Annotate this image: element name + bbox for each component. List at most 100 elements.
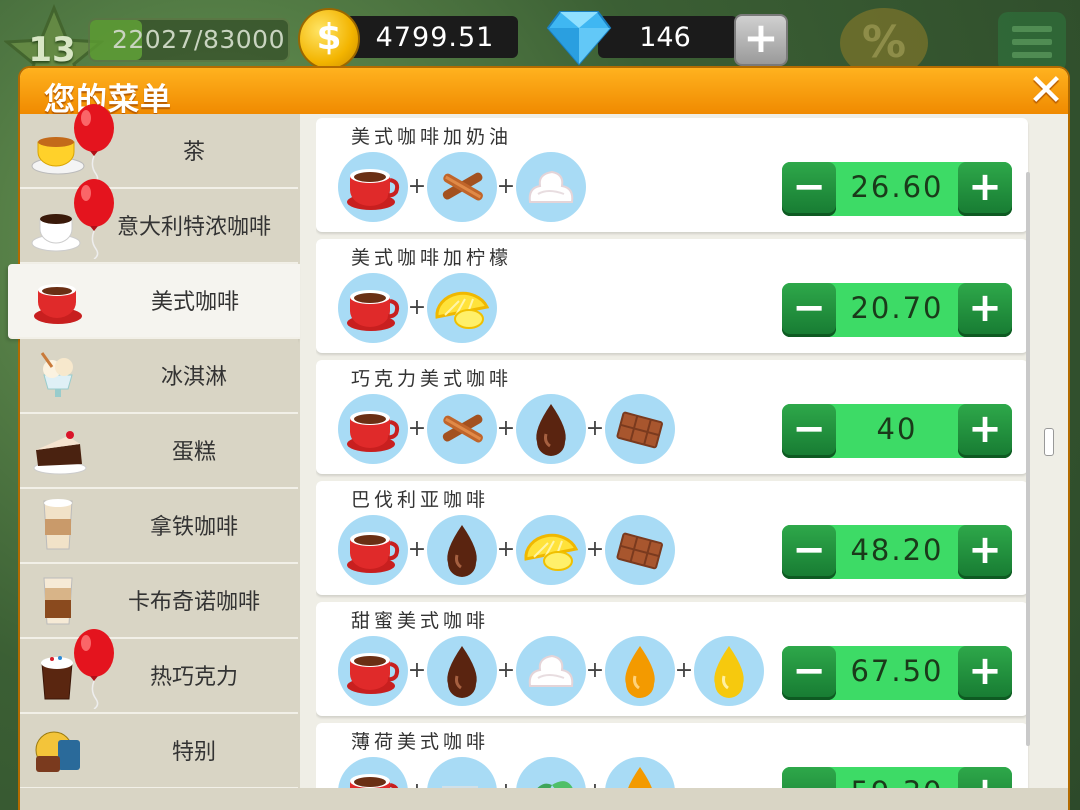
coin-icon: $ [298,8,360,70]
coffee-icon [338,273,408,343]
recipe-card: 薄荷美式咖啡 + + + −59.30 + [316,723,1028,794]
decrease-price-button[interactable]: − [782,404,836,458]
recipe-name: 美式咖啡加奶油 [351,126,513,148]
special-icon [28,720,88,780]
honey-icon [694,636,764,706]
lemon-icon [427,273,497,343]
coffee-icon [338,636,408,706]
chocolate-syrup-icon [516,394,586,464]
plus-separator: + [407,174,427,199]
recipe-card: 美式咖啡加柠檬 + −20.70 + [316,239,1028,353]
recipe-card: 美式咖啡加奶油 + + −26.60 + [316,118,1028,232]
price-value: 67.50 [850,654,944,688]
cappuccino-glass-icon [28,570,88,630]
price-control: −26.60 + [782,162,1012,216]
category-label: 美式咖啡 [150,290,239,315]
coffee-icon [338,152,408,222]
menu-line-icon [1012,39,1052,45]
scrollbar-track[interactable] [1026,172,1030,746]
price-control: −48.20 + [782,525,1012,579]
price-control: −20.70 + [782,283,1012,337]
gem-amount: 146 [639,22,691,53]
price-value: 20.70 [850,291,944,325]
recipe-name: 薄荷美式咖啡 [351,731,490,753]
price-value: 26.60 [850,170,944,204]
cream-icon [516,152,586,222]
chocolate-bar-icon [605,515,675,585]
close-button[interactable]: ✕ [1024,69,1068,114]
category-label: 卡布奇诺咖啡 [127,590,260,615]
chocolate-syrup-icon [427,636,497,706]
plus-separator: + [496,537,516,562]
category-item[interactable]: 美式咖啡 [8,264,300,339]
increase-price-button[interactable]: + [958,162,1012,216]
recipe-card: 甜蜜美式咖啡 + + + + −67.50 + [316,602,1028,716]
decrease-price-button[interactable]: − [782,283,836,337]
plus-separator: + [585,537,605,562]
category-item[interactable]: 意大利特浓咖啡 [20,189,298,264]
decrease-price-button[interactable]: − [782,646,836,700]
diamond-icon [546,11,612,66]
coffee-icon [338,515,408,585]
decrease-price-button[interactable]: − [782,162,836,216]
cinnamon-icon [427,152,497,222]
category-label: 冰淇淋 [160,365,227,390]
plus-separator: + [407,416,427,441]
top-hud: 13 22027/83000 $ 4799.51 146 + % [0,0,1080,102]
coin-amount: 4799.51 [375,22,495,53]
plus-separator: + [585,416,605,441]
increase-price-button[interactable]: + [958,525,1012,579]
plus-separator: + [407,658,427,683]
plus-separator: + [496,416,516,441]
recipe-name: 甜蜜美式咖啡 [351,610,490,632]
panel-header: 您的菜单 ✕ [20,68,1068,118]
coffee-icon [338,394,408,464]
price-value: 40 [876,412,918,446]
recipe-card: 巴伐利亚咖啡 + + + −48.20 + [316,481,1028,595]
price-control: − 40 + [782,404,1012,458]
category-label: 意大利特浓咖啡 [116,215,271,240]
category-item[interactable]: 茶 [20,114,298,189]
cake-icon [28,420,88,480]
lemon-icon [516,515,586,585]
ice-cream-icon [28,345,88,405]
category-item[interactable]: 拿铁咖啡 [20,489,298,564]
category-item[interactable]: 冰淇淋 [20,339,298,414]
recipe-card: 巧克力美式咖啡 + + + − 40 + [316,360,1028,474]
chocolate-syrup-icon [427,515,497,585]
increase-price-button[interactable]: + [958,646,1012,700]
plus-separator: + [496,174,516,199]
recipe-name: 巧克力美式咖啡 [351,368,513,390]
category-label: 特别 [171,740,216,765]
chocolate-bar-icon [605,394,675,464]
price-value: 48.20 [850,533,944,567]
recipe-name: 巴伐利亚咖啡 [351,489,490,511]
increase-price-button[interactable]: + [958,404,1012,458]
panel-bottom-edge [20,788,1068,810]
buy-gems-button[interactable]: + [734,14,788,66]
plus-separator: + [496,658,516,683]
category-sidebar: 茶意大利特浓咖啡 美式咖啡冰淇淋蛋糕拿铁咖啡卡布奇诺咖啡热巧克力特别 [8,104,300,810]
latte-glass-icon [28,495,88,555]
recipe-name: 美式咖啡加柠檬 [351,247,513,269]
menu-line-icon [1012,52,1052,58]
cream-icon [516,636,586,706]
category-item[interactable]: 特别 [20,714,298,789]
scrollbar-thumb[interactable] [1044,428,1054,456]
plus-separator: + [407,537,427,562]
category-label: 拿铁咖啡 [149,515,238,540]
plus-separator: + [407,295,427,320]
coffee-cup-icon [28,270,88,330]
category-item[interactable]: 蛋糕 [20,414,298,489]
category-item[interactable]: 热巧克力 [20,639,298,714]
main-menu-button[interactable] [998,12,1066,72]
decrease-price-button[interactable]: − [782,525,836,579]
new-item-balloon-icon [72,104,116,185]
menu-panel: 您的菜单 ✕ 茶意大利特浓咖啡 美式咖啡冰淇淋蛋糕拿铁咖啡卡布奇诺咖啡热巧克力特别… [8,68,1068,810]
plus-separator: + [585,658,605,683]
category-item[interactable]: 卡布奇诺咖啡 [20,564,298,639]
increase-price-button[interactable]: + [958,283,1012,337]
recipe-list[interactable]: 美式咖啡加奶油 + + −26.60 + 美式咖啡加柠檬 + −20.70 + 巧克力美式咖啡 + +… [316,114,1032,794]
cinnamon-icon [427,394,497,464]
new-item-balloon-icon [72,629,116,710]
